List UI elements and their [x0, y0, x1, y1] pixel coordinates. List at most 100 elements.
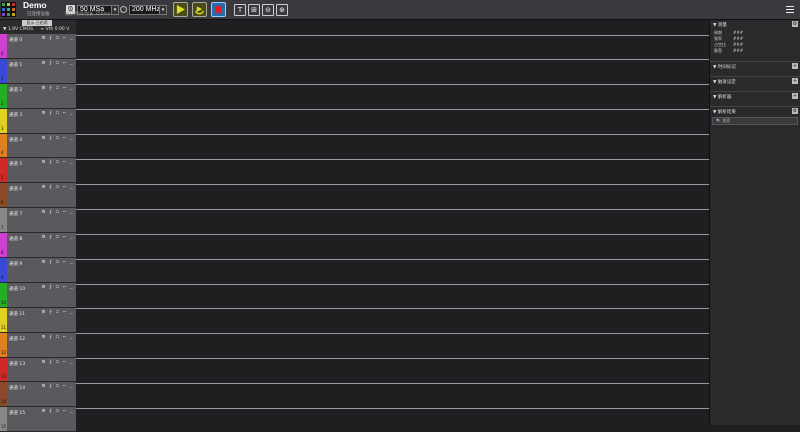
falling-edge-icon[interactable]: ⌐ [62, 310, 67, 315]
channel-label[interactable]: 通道 8 [9, 236, 22, 242]
channel-label[interactable]: 通道 15 [9, 410, 25, 416]
low-level-icon[interactable]: _ [69, 61, 74, 66]
channel-gear-icon[interactable]: ⚙ [41, 360, 46, 365]
channel-row[interactable]: 7 通道 7 ⚙ ⨍ ⎍ ⌐ _ [0, 208, 76, 234]
section-title[interactable]: ▼ 时间标记 [713, 64, 736, 70]
low-level-icon[interactable]: _ [69, 260, 74, 265]
channel-row[interactable]: 8 通道 8 ⚙ ⨍ ⎍ ⌐ _ [0, 233, 76, 259]
pulse-high-icon[interactable]: ⎍ [55, 260, 60, 265]
channel-gear-icon[interactable]: ⚙ [41, 61, 46, 66]
falling-edge-icon[interactable]: ⌐ [62, 285, 67, 290]
add-icon[interactable]: + [792, 93, 798, 99]
results-settings-gear-icon[interactable]: ⚙ [792, 108, 798, 114]
rising-edge-icon[interactable]: ⨍ [48, 86, 53, 91]
channel-gear-icon[interactable]: ⚙ [41, 111, 46, 116]
low-level-icon[interactable]: _ [69, 86, 74, 91]
channel-row[interactable]: 4 通道 4 ⚙ ⨍ ⎍ ⌐ _ [0, 133, 76, 159]
channel-label[interactable]: 通道 14 [9, 385, 25, 391]
low-level-icon[interactable]: _ [69, 111, 74, 116]
pulse-high-icon[interactable]: ⎍ [55, 360, 60, 365]
low-level-icon[interactable]: _ [69, 409, 74, 414]
channel-label[interactable]: 通道 5 [9, 161, 22, 167]
pulse-high-icon[interactable]: ⎍ [55, 136, 60, 141]
section-title[interactable]: ▼ 触发设定 [713, 79, 736, 85]
channel-label[interactable]: 通道 3 [9, 112, 22, 118]
channel-row[interactable]: 15 通道 15 ⚙ ⨍ ⎍ ⌐ _ [0, 407, 76, 432]
channel-label[interactable]: 通道 1 [9, 62, 22, 68]
pulse-high-icon[interactable]: ⎍ [55, 384, 60, 389]
zoom-out-icon[interactable]: ⊖ [262, 3, 274, 16]
rising-edge-icon[interactable]: ⨍ [48, 36, 53, 41]
channel-label[interactable]: 通道 7 [9, 211, 22, 217]
channel-row[interactable]: 14 通道 14 ⚙ ⨍ ⎍ ⌐ _ [0, 382, 76, 408]
waveform-area[interactable] [76, 20, 709, 425]
channel-label[interactable]: 通道 10 [9, 286, 25, 292]
channel-row[interactable]: 11 通道 11 ⚙ ⨍ ⎍ ⌐ _ [0, 307, 76, 333]
stop-button[interactable] [211, 2, 226, 17]
pulse-high-icon[interactable]: ⎍ [55, 61, 60, 66]
falling-edge-icon[interactable]: ⌐ [62, 185, 67, 190]
rising-edge-icon[interactable]: ⨍ [48, 185, 53, 190]
pulse-high-icon[interactable]: ⎍ [55, 86, 60, 91]
falling-edge-icon[interactable]: ⌐ [62, 260, 67, 265]
channel-label[interactable]: 通道 6 [9, 186, 22, 192]
channel-row[interactable]: 13 通道 13 ⚙ ⨍ ⎍ ⌐ _ [0, 357, 76, 383]
low-level-icon[interactable]: _ [69, 384, 74, 389]
channel-gear-icon[interactable]: ⚙ [41, 235, 46, 240]
rising-edge-icon[interactable]: ⨍ [48, 285, 53, 290]
falling-edge-icon[interactable]: ⌐ [62, 61, 67, 66]
section-title[interactable]: ▼ 解析器 [713, 94, 731, 100]
low-level-icon[interactable]: _ [69, 285, 74, 290]
rising-edge-icon[interactable]: ⨍ [48, 335, 53, 340]
channel-gear-icon[interactable]: ⚙ [41, 310, 46, 315]
pulse-high-icon[interactable]: ⎍ [55, 310, 60, 315]
add-icon[interactable]: + [792, 78, 798, 84]
falling-edge-icon[interactable]: ⌐ [62, 384, 67, 389]
low-level-icon[interactable]: _ [69, 136, 74, 141]
section-title[interactable]: ▼ 解析结果 [713, 109, 736, 115]
falling-edge-icon[interactable]: ⌐ [62, 86, 67, 91]
channel-gear-icon[interactable]: ⚙ [41, 160, 46, 165]
pulse-high-icon[interactable]: ⎍ [55, 160, 60, 165]
channel-gear-icon[interactable]: ⚙ [41, 185, 46, 190]
rising-edge-icon[interactable]: ⨍ [48, 235, 53, 240]
rising-edge-icon[interactable]: ⨍ [48, 360, 53, 365]
pulse-high-icon[interactable]: ⎍ [55, 185, 60, 190]
rising-edge-icon[interactable]: ⨍ [48, 111, 53, 116]
measure-title[interactable]: ▼ 测量 [713, 22, 727, 28]
low-level-icon[interactable]: _ [69, 235, 74, 240]
results-search-input[interactable]: 🔍 搜索 [712, 117, 798, 125]
rising-edge-icon[interactable]: ⨍ [48, 310, 53, 315]
group-tag[interactable]: 显示 已启用 [22, 20, 52, 26]
low-level-icon[interactable]: _ [69, 160, 74, 165]
channel-row[interactable]: 1 通道 1 ⚙ ⨍ ⎍ ⌐ _ [0, 58, 76, 84]
channel-gear-icon[interactable]: ⚙ [41, 384, 46, 389]
sample-freq-select[interactable]: 200 MHz ▾ [129, 4, 167, 15]
channel-row[interactable]: 9 通道 9 ⚙ ⨍ ⎍ ⌐ _ [0, 258, 76, 283]
low-level-icon[interactable]: _ [69, 360, 74, 365]
rising-edge-icon[interactable]: ⨍ [48, 210, 53, 215]
channel-gear-icon[interactable]: ⚙ [41, 335, 46, 340]
pulse-high-icon[interactable]: ⎍ [55, 285, 60, 290]
rising-edge-icon[interactable]: ⨍ [48, 136, 53, 141]
channel-row[interactable]: 2 通道 2 ⚙ ⨍ ⎍ ⌐ _ [0, 83, 76, 109]
falling-edge-icon[interactable]: ⌐ [62, 36, 67, 41]
run-button[interactable] [173, 2, 188, 17]
rising-edge-icon[interactable]: ⨍ [48, 160, 53, 165]
pulse-high-icon[interactable]: ⎍ [55, 36, 60, 41]
rising-edge-icon[interactable]: ⨍ [48, 384, 53, 389]
channel-label[interactable]: 通道 9 [9, 261, 22, 267]
channel-label[interactable]: 通道 12 [9, 336, 25, 342]
falling-edge-icon[interactable]: ⌐ [62, 360, 67, 365]
rising-edge-icon[interactable]: ⨍ [48, 61, 53, 66]
zoom-in-icon[interactable]: ⊕ [276, 3, 288, 16]
low-level-icon[interactable]: _ [69, 335, 74, 340]
measure-settings-gear-icon[interactable]: ⚙ [792, 21, 798, 27]
falling-edge-icon[interactable]: ⌐ [62, 409, 67, 414]
hamburger-menu-icon[interactable] [786, 4, 796, 14]
pulse-high-icon[interactable]: ⎍ [55, 409, 60, 414]
repeat-run-button[interactable] [192, 2, 207, 17]
channel-gear-icon[interactable]: ⚙ [41, 210, 46, 215]
text-marker-icon[interactable]: T [234, 3, 246, 16]
falling-edge-icon[interactable]: ⌐ [62, 136, 67, 141]
